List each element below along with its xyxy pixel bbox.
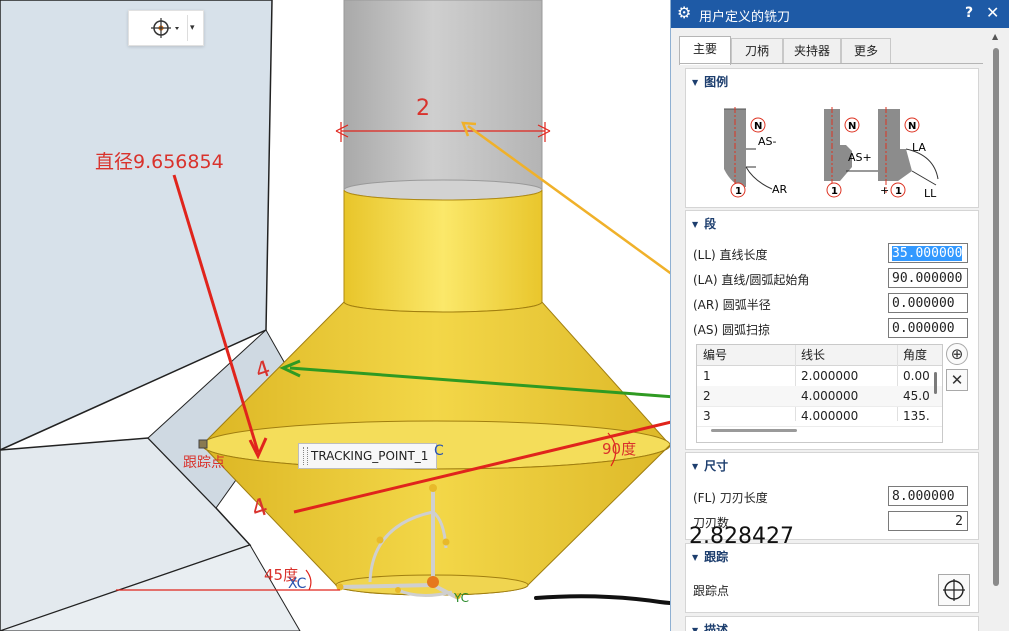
svg-text:AR: AR [772, 183, 788, 196]
svg-text:AS+: AS+ [848, 151, 872, 164]
tracking-header[interactable]: ▼ 跟踪 [692, 548, 728, 565]
graphics-viewport[interactable]: ▾ 直径9.656854 2 4 4 跟踪点 90度 45度 TRACKING_… [0, 0, 670, 631]
svg-text:LL: LL [924, 187, 937, 200]
description-header[interactable]: ▼ 描述 [692, 621, 728, 631]
svg-text:1: 1 [895, 186, 902, 197]
tracking-point-marker [198, 439, 208, 449]
cell-angle: 45.0 [903, 389, 930, 403]
dialog-titlebar[interactable]: ⚙ 用户定义的铣刀 ? ✕ [671, 0, 1009, 28]
svg-text:+: + [880, 184, 889, 197]
tracking-point-label: 跟踪点 [693, 584, 730, 598]
gear-icon: ⚙ [677, 3, 692, 22]
flutes-input[interactable]: 2 [888, 511, 968, 531]
as-input[interactable]: 0.000000 [888, 318, 968, 338]
tracking-point-tooltip: TRACKING_POINT_1 [298, 443, 438, 469]
tab-shank[interactable]: 刀柄 [731, 38, 783, 63]
svg-text:1: 1 [735, 186, 742, 197]
scrollbar-thumb[interactable] [993, 48, 999, 586]
annotation-tracking-point: 跟踪点 [183, 455, 225, 471]
la-label: (LA) 直线/圆弧起始角 [693, 273, 810, 287]
cell-length: 4.000000 [801, 409, 859, 423]
cell-length: 4.000000 [801, 389, 859, 403]
axis-label-yc: YC [454, 591, 470, 605]
axis-label-zc: C [434, 443, 444, 459]
scroll-up-icon[interactable]: ▲ [992, 32, 998, 41]
ar-label: (AR) 圆弧半径 [693, 298, 771, 312]
user-defined-mill-dialog: ⚙ 用户定义的铣刀 ? ✕ 主要 刀柄 夹持器 更多 ▼ 图例 N 1 AS- … [670, 0, 1009, 631]
table-row[interactable]: 3 4.000000 135. [697, 406, 942, 427]
annotation-mark-2: 2 [416, 96, 430, 121]
add-segment-button[interactable]: ⊕ [946, 343, 968, 365]
segment-header[interactable]: ▼ 段 [692, 215, 716, 232]
legend-section: ▼ 图例 N 1 AS- AR N 1 AS+ N 1 + LA LL [685, 68, 979, 208]
annotation-value-2828427: 2.828427 [689, 524, 794, 549]
specify-tracking-point-button[interactable] [938, 574, 970, 606]
remove-segment-button[interactable]: ✕ [946, 369, 968, 391]
table-row[interactable]: 1 2.000000 0.00 [697, 366, 942, 387]
axis-label-xc: XC [288, 576, 307, 592]
svg-text:LA: LA [912, 141, 926, 154]
column-header-length[interactable]: 线长 [801, 345, 897, 365]
column-header-number[interactable]: 编号 [703, 345, 793, 365]
as-label: (AS) 圆弧扫掠 [693, 323, 771, 337]
ll-label: (LL) 直线长度 [693, 248, 768, 262]
tab-main[interactable]: 主要 [679, 36, 731, 65]
crosshair-icon [943, 579, 965, 601]
svg-text:N: N [754, 121, 762, 132]
crosshair-snap-icon[interactable] [137, 16, 179, 40]
table-header: 编号 线长 角度 [697, 345, 942, 366]
tab-holder[interactable]: 夹持器 [783, 38, 841, 63]
legend-header[interactable]: ▼ 图例 [692, 73, 728, 90]
tab-more[interactable]: 更多 [841, 38, 891, 63]
svg-text:AS-: AS- [758, 135, 777, 148]
cell-number: 2 [703, 389, 711, 403]
chevron-down-icon[interactable]: ▾ [190, 23, 195, 33]
table-horizontal-scrollbar[interactable] [711, 429, 797, 432]
cell-length: 2.000000 [801, 369, 859, 383]
flute-length-label: (FL) 刀刃长度 [693, 491, 768, 505]
legend-diagram: N 1 AS- AR N 1 AS+ N 1 + LA LL [724, 107, 939, 200]
dimensions-header[interactable]: ▼ 尺寸 [692, 457, 728, 474]
svg-text:1: 1 [831, 186, 838, 197]
ll-input[interactable]: 35.000000 [888, 243, 968, 263]
close-button[interactable]: ✕ [986, 3, 999, 22]
annotation-diameter: 直径9.656854 [95, 151, 224, 173]
tool-shank [343, 0, 543, 191]
tool-3d-view [0, 0, 670, 631]
cell-angle: 135. [903, 409, 930, 423]
tooltip-text: TRACKING_POINT_1 [311, 449, 429, 463]
svg-text:N: N [848, 121, 856, 132]
table-vertical-scrollbar[interactable] [934, 372, 937, 394]
cell-number: 1 [703, 369, 711, 383]
annotation-angle-90: 90度 [602, 440, 637, 458]
la-input[interactable]: 90.000000 [888, 268, 968, 288]
dialog-scrollbar[interactable]: ▲ [989, 30, 1005, 630]
segment-section: ▼ 段 (LL) 直线长度 35.000000 (LA) 直线/圆弧起始角 90.… [685, 210, 979, 450]
column-header-angle[interactable]: 角度 [903, 345, 935, 365]
tracking-section: ▼ 跟踪 跟踪点 [685, 543, 979, 613]
cell-number: 3 [703, 409, 711, 423]
table-row[interactable]: 2 4.000000 45.0 [697, 386, 942, 407]
help-button[interactable]: ? [965, 5, 973, 21]
snap-toolbar[interactable]: ▾ [128, 10, 204, 46]
flute-length-input[interactable]: 8.000000 [888, 486, 968, 506]
ar-input[interactable]: 0.000000 [888, 293, 968, 313]
tool-neck [343, 189, 543, 313]
svg-text:N: N [908, 121, 916, 132]
segment-table[interactable]: 编号 线长 角度 1 2.000000 0.00 2 4.000000 45.0 [696, 344, 943, 443]
toolbar-separator [187, 15, 188, 41]
description-section: ▼ 描述 [685, 616, 979, 631]
cell-angle: 0.00 [903, 369, 930, 383]
dialog-title: 用户定义的铣刀 [699, 10, 791, 25]
